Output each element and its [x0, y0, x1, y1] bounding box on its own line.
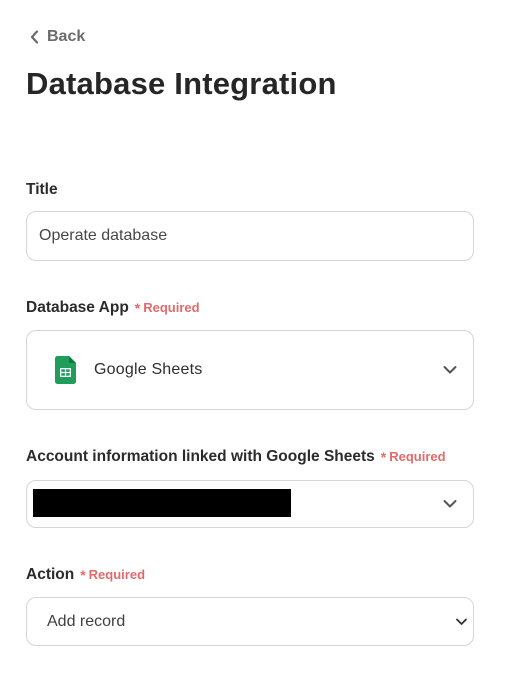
account-info-label-text: Account information linked with Google S…	[26, 448, 375, 465]
account-info-select[interactable]	[26, 480, 474, 528]
database-app-selected: Google Sheets	[55, 356, 202, 384]
chevron-down-icon	[456, 618, 467, 625]
redacted-account-value	[33, 489, 291, 517]
required-star: *	[80, 567, 86, 583]
action-select[interactable]: Add record	[26, 597, 474, 646]
back-link[interactable]: Back	[30, 26, 85, 48]
required-text: Required	[389, 448, 446, 464]
action-label: Action * Required	[26, 566, 145, 584]
title-label-text: Title	[26, 181, 58, 198]
database-app-label: Database App * Required	[26, 299, 200, 317]
required-star: *	[380, 449, 387, 465]
required-text: Required	[88, 566, 146, 582]
title-input-box	[26, 211, 474, 261]
database-app-select[interactable]: Google Sheets	[26, 330, 474, 410]
title-input[interactable]	[27, 212, 473, 260]
required-indicator: * Required	[134, 299, 200, 316]
database-app-label-text: Database App	[26, 299, 129, 316]
required-indicator: * Required	[380, 448, 446, 465]
action-value: Add record	[47, 612, 126, 630]
required-star: *	[134, 300, 141, 316]
title-field-label: Title	[26, 181, 58, 199]
page-title: Database Integration	[26, 66, 337, 101]
google-sheets-icon	[55, 356, 76, 384]
required-text: Required	[143, 299, 200, 315]
action-label-text: Action	[26, 566, 75, 583]
required-indicator: * Required	[80, 566, 146, 583]
chevron-left-icon	[30, 30, 39, 44]
chevron-down-icon	[443, 500, 457, 508]
chevron-down-icon	[443, 366, 457, 374]
account-info-label: Account information linked with Google S…	[26, 448, 446, 466]
back-label: Back	[47, 28, 86, 45]
database-app-value: Google Sheets	[94, 361, 203, 378]
